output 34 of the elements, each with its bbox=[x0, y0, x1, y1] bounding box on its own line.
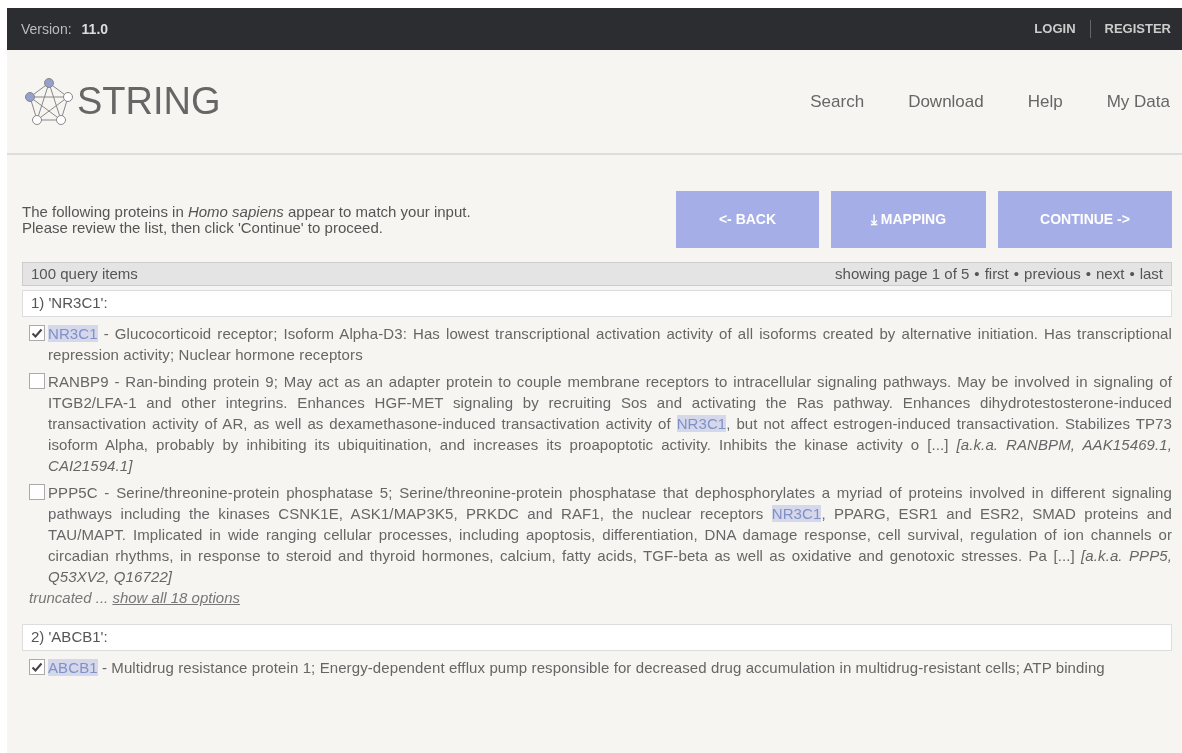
logo-text: STRING bbox=[77, 79, 221, 124]
separator-dot: • bbox=[1129, 263, 1135, 284]
intro-text: The following proteins in Homo sapiens appear to match your input. bbox=[22, 203, 472, 220]
separator-dot: • bbox=[974, 263, 980, 284]
query-title: 2) 'ABCB1': bbox=[22, 623, 1172, 651]
checkbox[interactable] bbox=[29, 484, 45, 500]
query-title: 1) 'NR3C1': bbox=[22, 290, 1172, 317]
version-number: 11.0 bbox=[81, 19, 109, 39]
protein-description: RANBP9 - Ran-binding protein 9; May act as an adapter protein to couple membrane receptors to intracellular signaling pathways. May be involved in signaling of ITGB2/LFA-1 and other integrins. Enhances HGF-MET signaling by recruiting Sos and activating the Ras pathway. Enhances dihydrotestosterone-induced transactivation activity of AR, as well as dexamethasone-induced transactivation activity of NR3C1, but not affect estrogen-induced transactivation. Stabilizes TP73 isoform Alpha, probably by inhibiting its ubiquitination, and increases its proapoptotic activity. Inhibits the kinase activity o [...] [a.k.a. RANBPM, AAK15469.1, CAI21594.1] bbox=[48, 372, 1172, 476]
checkbox[interactable] bbox=[29, 325, 45, 341]
version-label: Version: bbox=[21, 19, 72, 39]
show-all-link[interactable]: show all 18 options bbox=[112, 589, 240, 606]
account-link[interactable]: LOGIN bbox=[1034, 19, 1076, 39]
nav-link[interactable]: Download bbox=[908, 88, 984, 115]
truncated-note: truncated ... bbox=[29, 589, 110, 606]
separator-dot: • bbox=[1013, 263, 1020, 284]
paging-link[interactable]: first bbox=[984, 262, 1009, 286]
nav-link[interactable]: Search bbox=[810, 88, 865, 115]
account-link[interactable]: REGISTER bbox=[1104, 19, 1171, 39]
protein-description: ABCB1 - Multidrug resistance protein 1; Energy-dependent efflux pump responsible for decreased drug accumulation in multidrug-resistant cells; ATP binding bbox=[48, 657, 1105, 678]
paging-link[interactable]: previous bbox=[1024, 262, 1081, 286]
checkbox[interactable] bbox=[29, 658, 45, 675]
network-logo-icon bbox=[25, 77, 73, 126]
protein-description: PPP5C - Serine/threonine-protein phosphatase 5; Serine/threonine-protein phosphatase that dephosphorylates a myriad of proteins involved in different signaling pathways including the kinases CSNK1E, ASK1/MAP3K5, PRKDC and RAF1, the nuclear receptors NR3C1, PPARG, ESR1 and ESR2, SMAD proteins and TAU/MAPT. Implicated in wide ranging cellular processes, including apoptosis, differentiation, DNA damage response, cell survival, regulation of ion channels or circadian rhythms, in response to steroid and thyroid hormones, calcium, fatty acids, TGF-beta as well as oxidative and genotoxic stresses. Pa [...] [a.k.a. PPP5, Q53XV2, Q16722] bbox=[48, 483, 1172, 587]
nav-link[interactable]: My Data bbox=[1106, 88, 1170, 115]
checkbox[interactable] bbox=[29, 373, 45, 389]
paging-text: showing page 1 of 5 bbox=[835, 263, 970, 284]
paging-link[interactable]: last bbox=[1139, 262, 1163, 286]
nav-link[interactable]: Help bbox=[1027, 88, 1063, 115]
separator-dot: • bbox=[1085, 263, 1092, 284]
intro-text: Please review the list, then click 'Continue' to proceed. bbox=[22, 219, 384, 236]
protein-description: NR3C1 - Glucocorticoid receptor; Isoform Alpha-D3: Has lowest transcriptional activation activity of all isoforms created by alternative initiation. Has transcriptional repression activity; Nuclear hormone receptors bbox=[48, 324, 1172, 365]
paging-link[interactable]: next bbox=[1096, 262, 1125, 286]
query-count: 100 query items bbox=[31, 263, 138, 284]
